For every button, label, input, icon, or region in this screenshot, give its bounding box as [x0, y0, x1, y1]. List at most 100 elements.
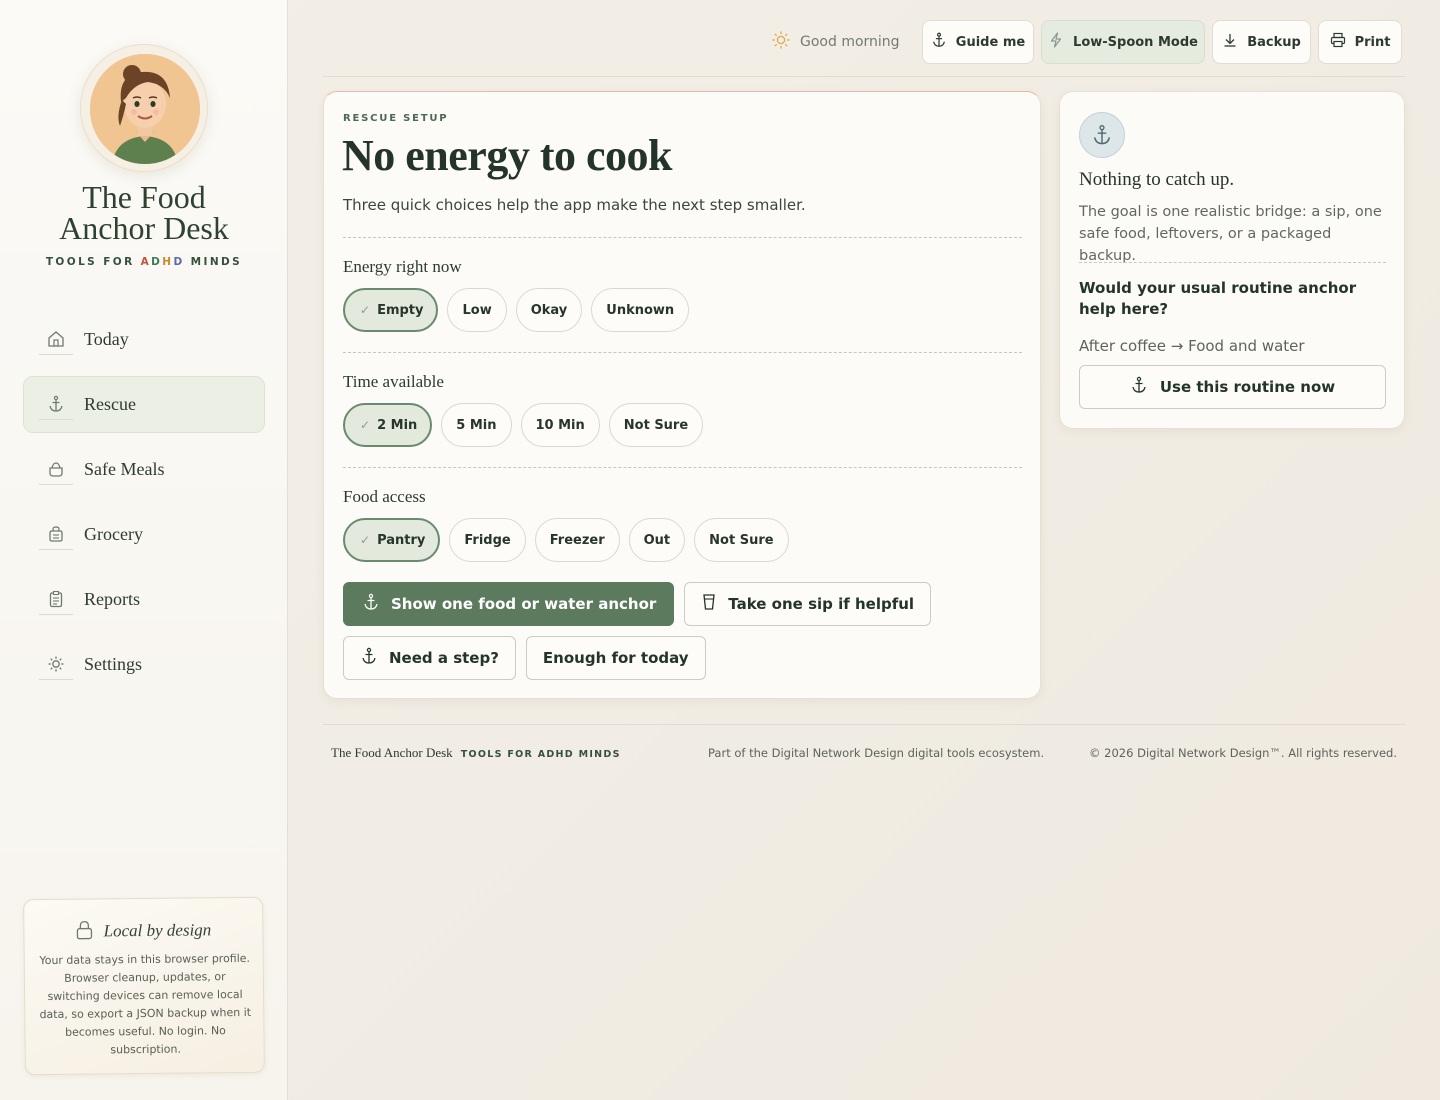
energy-options: ✓ Empty Low Okay Unknown [343, 288, 690, 332]
section-eyebrow: RESCUE SETUP [343, 113, 449, 124]
time-option-2-min[interactable]: ✓ 2 Min [343, 403, 433, 447]
chip-label: Unknown [606, 302, 675, 318]
local-card-title: Local by design [103, 920, 212, 941]
sidebar-item-safe-meals[interactable]: Safe Meals [23, 441, 265, 498]
catch-up-card: Nothing to catch up. The goal is one rea… [1059, 91, 1405, 429]
chip-label: Fridge [464, 532, 511, 548]
low-spoon-mode-button[interactable]: Low-Spoon Mode [1041, 20, 1205, 64]
show-anchor-button[interactable]: Show one food or water anchor [343, 582, 675, 626]
show-anchor-label: Show one food or water anchor [391, 595, 657, 613]
anchor-icon [362, 593, 380, 615]
top-bar: Good morning Guide me Low-Spoon Mode Bac… [323, 20, 1405, 77]
lock-icon [75, 920, 93, 944]
action-row-primary: Show one food or water anchor Take one s… [343, 582, 932, 626]
basket-icon [39, 520, 73, 550]
time-options: ✓ 2 Min 5 Min 10 Min Not Sure [343, 403, 704, 447]
enough-for-today-button[interactable]: Enough for today [525, 636, 706, 680]
gear-icon [39, 650, 73, 680]
home-icon [39, 325, 73, 355]
footer-brand: The Food Anchor Desk TOOLS FOR ADHD MIND… [331, 745, 621, 761]
chip-label: Not Sure [623, 417, 689, 433]
footer-copyright: © 2026 Digital Network Design™. All righ… [1089, 746, 1397, 760]
footer-tagline: TOOLS FOR ADHD MINDS [460, 749, 621, 760]
backup-button[interactable]: Backup [1212, 20, 1311, 64]
divider [343, 467, 1022, 468]
sidebar-item-label: Grocery [84, 524, 143, 544]
chip-label: Not Sure [709, 532, 774, 548]
chip-label: Low [462, 302, 492, 318]
cup-icon [701, 593, 717, 615]
action-row-secondary: Need a step? Enough for today [343, 636, 706, 680]
chip-label: Okay [530, 302, 568, 318]
food-option-out[interactable]: Out [628, 518, 686, 562]
divider [343, 352, 1022, 353]
chip-label: Freezer [549, 532, 605, 548]
lightning-icon [1048, 32, 1064, 52]
guide-me-button[interactable]: Guide me [922, 20, 1034, 64]
sidebar-item-grocery[interactable]: Grocery [23, 506, 265, 563]
chip-label: 10 Min [535, 417, 585, 433]
local-card-header: Local by design [24, 918, 262, 944]
clipboard-icon [39, 585, 73, 615]
sidebar-item-reports[interactable]: Reports [23, 571, 265, 628]
need-a-step-button[interactable]: Need a step? [343, 636, 516, 680]
time-label: Time available [343, 372, 444, 391]
app-tagline: TOOLS FOR ADHD MINDS [45, 256, 243, 268]
food-option-not-sure[interactable]: Not Sure [694, 518, 789, 562]
printer-icon [1330, 32, 1346, 52]
time-option-5-min[interactable]: 5 Min [441, 403, 512, 447]
sidebar-item-settings[interactable]: Settings [23, 636, 265, 693]
chip-label: Empty [377, 302, 424, 318]
sidebar-item-label: Reports [84, 589, 140, 609]
anchor-icon [1130, 376, 1148, 398]
download-icon [1222, 32, 1238, 52]
avatar-illustration [90, 54, 200, 164]
food-option-pantry[interactable]: ✓ Pantry [343, 518, 441, 562]
local-card-body: Your data stays in this browser profile.… [39, 951, 252, 1057]
energy-option-unknown[interactable]: Unknown [591, 288, 690, 332]
food-access-label: Food access [343, 487, 426, 506]
check-icon: ✓ [360, 418, 371, 432]
sidebar-item-today[interactable]: Today [23, 311, 265, 368]
greeting-text: Good morning [800, 34, 900, 50]
routine-anchor: After coffee → Food and water [1079, 337, 1305, 355]
chip-label: 5 Min [456, 417, 497, 433]
food-access-options: ✓ Pantry Fridge Freezer Out Not Sure [343, 518, 789, 562]
enough-for-today-label: Enough for today [542, 649, 689, 667]
food-option-freezer[interactable]: Freezer [534, 518, 620, 562]
sidebar: The Food Anchor Desk TOOLS FOR ADHD MIND… [0, 0, 288, 1100]
sun-icon [771, 30, 791, 54]
bowl-icon [39, 455, 73, 485]
take-sip-button[interactable]: Take one sip if helpful [684, 582, 932, 626]
use-routine-label: Use this routine now [1159, 378, 1336, 396]
avatar [80, 44, 208, 172]
chip-label: Out [643, 532, 671, 548]
need-a-step-label: Need a step? [389, 649, 499, 667]
low-spoon-mode-label: Low-Spoon Mode [1073, 34, 1198, 50]
time-option-not-sure[interactable]: Not Sure [608, 403, 704, 447]
sidebar-item-rescue[interactable]: Rescue [23, 376, 265, 433]
local-by-design-card: Local by design Your data stays in this … [23, 896, 265, 1076]
energy-option-okay[interactable]: Okay [515, 288, 583, 332]
footer-app-name: The Food Anchor Desk [331, 745, 453, 760]
guide-me-label: Guide me [955, 34, 1026, 50]
sidebar-item-label: Safe Meals [84, 459, 165, 479]
chip-label: Pantry [377, 532, 426, 548]
sidebar-nav: Today Rescue Safe Meals Grocery Reports [23, 311, 265, 701]
energy-option-low[interactable]: Low [447, 288, 507, 332]
sidebar-item-label: Today [84, 329, 129, 349]
backup-label: Backup [1247, 34, 1301, 50]
anchor-icon [39, 390, 73, 420]
energy-option-empty[interactable]: ✓ Empty [343, 288, 439, 332]
sidebar-item-label: Settings [84, 654, 143, 674]
sidebar-item-label: Rescue [84, 394, 136, 414]
anchor-icon [1079, 112, 1125, 158]
chip-label: 2 Min [377, 417, 418, 433]
footer: The Food Anchor Desk TOOLS FOR ADHD MIND… [323, 724, 1405, 782]
time-option-10-min[interactable]: 10 Min [520, 403, 600, 447]
page-title: No energy to cook [342, 131, 673, 180]
print-button[interactable]: Print [1318, 20, 1402, 64]
food-option-fridge[interactable]: Fridge [449, 518, 526, 562]
routine-question: Would your usual routine anchor help her… [1079, 279, 1357, 318]
use-routine-button[interactable]: Use this routine now [1079, 365, 1386, 409]
